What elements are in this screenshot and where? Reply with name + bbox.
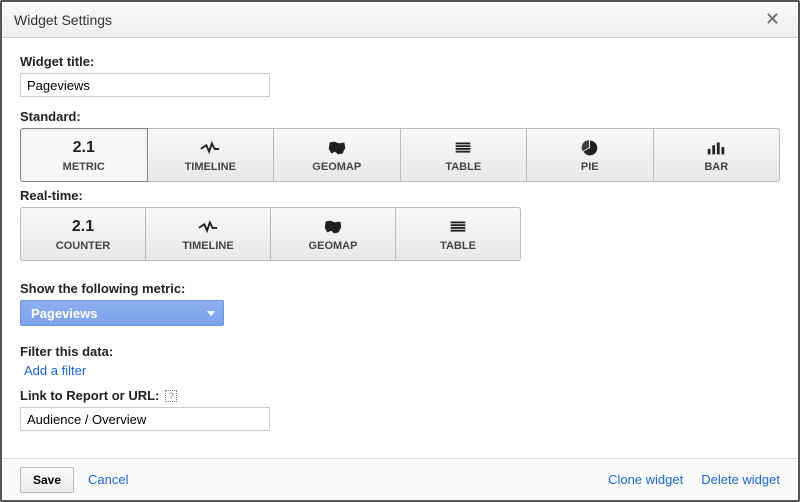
widget-title-label: Widget title: — [20, 54, 780, 69]
delete-widget-link[interactable]: Delete widget — [701, 472, 780, 487]
dialog-footer: Save Cancel Clone widget Delete widget — [2, 458, 798, 500]
table-icon — [447, 217, 469, 237]
metric-select[interactable]: Pageviews — [20, 300, 224, 326]
realtime-label: Real-time: — [20, 188, 780, 203]
chevron-down-icon — [207, 311, 215, 316]
standard-type-label: METRIC — [63, 161, 105, 173]
show-metric-label: Show the following metric: — [20, 281, 780, 296]
standard-type-label: GEOMAP — [312, 161, 361, 173]
link-report-label: Link to Report or URL: — [20, 388, 159, 403]
link-report-input[interactable] — [20, 407, 270, 431]
save-button[interactable]: Save — [20, 467, 74, 493]
standard-type-label: TIMELINE — [185, 161, 236, 173]
standard-type-table[interactable]: TABLE — [400, 128, 528, 182]
standard-type-row: 2.1 METRIC TIMELINE GEOMAP TABLE PIE BAR — [20, 128, 780, 182]
cancel-link[interactable]: Cancel — [88, 472, 128, 487]
add-filter-link[interactable]: Add a filter — [24, 363, 86, 378]
realtime-type-geomap[interactable]: GEOMAP — [270, 207, 396, 261]
help-icon[interactable]: ? — [165, 390, 177, 402]
clone-widget-link[interactable]: Clone widget — [608, 472, 683, 487]
widget-settings-dialog: Widget Settings ✕ Widget title: Standard… — [0, 0, 800, 502]
realtime-type-timeline[interactable]: TIMELINE — [145, 207, 271, 261]
widget-title-input[interactable] — [20, 73, 270, 97]
standard-type-timeline[interactable]: TIMELINE — [147, 128, 275, 182]
standard-type-label: BAR — [704, 161, 728, 173]
close-icon[interactable]: ✕ — [759, 5, 786, 34]
num21-icon: 2.1 — [72, 217, 94, 237]
realtime-type-label: TIMELINE — [182, 240, 233, 252]
standard-type-metric[interactable]: 2.1 METRIC — [20, 128, 148, 182]
spark-icon — [197, 217, 219, 237]
dialog-body: Widget title: Standard: 2.1 METRIC TIMELIN… — [2, 38, 798, 458]
filter-data-label: Filter this data: — [20, 344, 780, 359]
num21-icon: 2.1 — [73, 138, 95, 158]
realtime-type-table[interactable]: TABLE — [395, 207, 521, 261]
standard-type-label: PIE — [581, 161, 599, 173]
geo-icon — [322, 217, 344, 237]
pie-icon — [579, 138, 601, 158]
standard-label: Standard: — [20, 109, 780, 124]
spark-icon — [199, 138, 221, 158]
standard-type-label: TABLE — [445, 161, 481, 173]
standard-type-pie[interactable]: PIE — [526, 128, 654, 182]
metric-select-value: Pageviews — [31, 306, 98, 321]
geo-icon — [326, 138, 348, 158]
realtime-type-label: GEOMAP — [309, 240, 358, 252]
standard-type-geomap[interactable]: GEOMAP — [273, 128, 401, 182]
table-icon — [452, 138, 474, 158]
realtime-type-row: 2.1 COUNTER TIMELINE GEOMAP TABLE — [20, 207, 780, 261]
realtime-type-label: TABLE — [440, 240, 476, 252]
dialog-titlebar: Widget Settings ✕ — [2, 2, 798, 38]
bar-icon — [705, 138, 727, 158]
realtime-type-counter[interactable]: 2.1 COUNTER — [20, 207, 146, 261]
dialog-title: Widget Settings — [14, 12, 112, 28]
standard-type-bar[interactable]: BAR — [653, 128, 781, 182]
realtime-type-label: COUNTER — [56, 240, 110, 252]
